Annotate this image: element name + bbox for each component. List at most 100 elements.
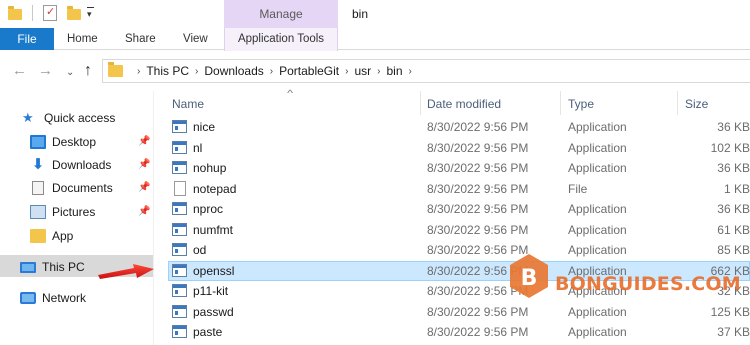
app-icon [172,161,187,174]
file-row[interactable]: nproc 8/30/2022 9:56 PM Application 36 KB [154,199,750,220]
manage-context-tab[interactable]: Manage [224,0,338,28]
breadcrumb-chevron-icon[interactable]: › [409,66,412,77]
breadcrumb-chevron-icon[interactable]: › [345,66,348,77]
file-date-modified: 8/30/2022 9:56 PM [427,222,529,237]
file-size: 85 KB [717,243,750,257]
file-row[interactable]: notepad 8/30/2022 9:56 PM File 1 KB [154,179,750,200]
sidebar-item-documents[interactable]: Documents [30,177,113,199]
file-row[interactable]: od 8/30/2022 9:56 PM Application 85 KB [154,240,750,261]
new-folder-icon[interactable] [67,5,81,20]
file-name: p11-kit [193,284,229,298]
breadcrumb-usr[interactable]: usr [354,64,371,78]
file-name: notepad [193,181,237,196]
sidebar-item-desktop[interactable]: Desktop [30,131,96,153]
sidebar-item-this-pc[interactable]: This PC [20,256,85,278]
sidebar-item-downloads[interactable]: ⬇ Downloads [30,154,112,176]
tab-file[interactable]: File [0,28,54,50]
tab-home[interactable]: Home [67,28,98,50]
file-type: Application [568,202,627,216]
file-size: 37 KB [717,325,750,339]
properties-icon[interactable] [43,5,57,21]
file-type: Application [568,140,627,155]
file-name: nohup [193,161,227,175]
customize-toolbar-icon[interactable]: ▾ [87,7,94,20]
file-name: nl [193,140,203,155]
sidebar-item-label: This PC [42,260,85,274]
file-name: od [193,243,207,257]
tab-view[interactable]: View [183,28,208,50]
pin-icon[interactable]: 📌 [138,177,150,199]
file-size: 36 KB [717,202,750,216]
column-header-size[interactable]: Size [685,97,708,111]
file-size: 102 KB [710,140,750,155]
file-row[interactable]: nl 8/30/2022 9:56 PM Application 102 KB [154,138,750,159]
breadcrumb-chevron-icon[interactable]: › [195,66,198,77]
up-arrow-icon[interactable]: ↑ [84,63,92,79]
address-folder-icon [108,62,123,77]
tab-share[interactable]: Share [125,28,156,50]
svg-text:B: B [521,266,538,291]
file-row[interactable]: numfmt 8/30/2022 9:56 PM Application 61 KB [154,220,750,241]
sidebar-item-quick-access[interactable]: ★ Quick access [22,107,115,129]
pin-icon[interactable]: 📌 [138,131,150,153]
app-icon [172,202,187,215]
breadcrumb-chevron-icon[interactable]: › [270,66,273,77]
file-list: nice 8/30/2022 9:56 PM Application 36 KB nl 8… [154,117,750,343]
star-icon: ★ [22,110,34,125]
file-date-modified: 8/30/2022 9:56 PM [427,181,529,196]
sidebar-item-label: Desktop [52,135,97,149]
app-icon [172,325,187,338]
breadcrumb-downloads[interactable]: Downloads [204,64,263,78]
app-icon [172,120,187,133]
title-bar: ▾ Manage bin [0,0,750,28]
file-size: 36 KB [717,161,750,175]
address-bar[interactable]: › This PC › Downloads › PortableGit › us… [102,59,750,83]
file-type: Application [568,304,627,319]
column-header-type[interactable]: Type [568,97,594,111]
column-divider[interactable] [420,91,421,115]
file-size: 61 KB [717,222,750,237]
breadcrumb-bin[interactable]: bin [386,64,402,78]
back-arrow-icon[interactable]: ← [12,63,27,79]
column-divider[interactable] [677,91,678,115]
file-type: File [568,181,588,196]
sidebar-item-network[interactable]: Network [20,287,86,309]
sidebar-item-app[interactable]: App [30,225,73,247]
folder-icon[interactable] [8,5,22,20]
file-name: numfmt [193,222,234,237]
file-row[interactable]: paste 8/30/2022 9:56 PM Application 37 KB [154,322,750,343]
red-arrow-icon [98,264,154,279]
recent-locations-chevron-icon[interactable]: ⌄ [66,65,74,81]
sidebar-item-pictures[interactable]: Pictures [30,201,95,223]
column-header-name[interactable]: Name [172,97,204,111]
network-icon [20,292,36,304]
breadcrumb-chevron-icon[interactable]: › [377,66,380,77]
column-divider[interactable] [560,91,561,115]
app-icon [172,140,187,154]
file-date-modified: 8/30/2022 9:56 PM [427,325,529,339]
breadcrumb-chevron-icon[interactable]: › [137,66,140,77]
desktop-icon [30,135,46,149]
file-row[interactable]: passwd 8/30/2022 9:56 PM Application 125 KB [154,302,750,323]
tab-application-tools[interactable]: Application Tools [224,28,338,51]
breadcrumb-this-pc[interactable]: This PC [146,64,189,78]
pin-icon[interactable]: 📌 [138,201,150,223]
app-icon [172,284,187,297]
column-header-date-modified[interactable]: Date modified [427,97,501,111]
sidebar-item-label: Pictures [52,205,96,219]
file-row[interactable]: nohup 8/30/2022 9:56 PM Application 36 KB [154,158,750,179]
file-type: Application [568,325,627,339]
file-row[interactable]: nice 8/30/2022 9:56 PM Application 36 KB [154,117,750,138]
sidebar-item-label: Network [42,291,87,305]
computer-icon [20,261,36,273]
file-name: passwd [193,304,234,319]
app-icon [172,222,187,236]
toolbar-divider [32,5,33,21]
pin-icon[interactable]: 📌 [138,154,150,176]
forward-arrow-icon[interactable]: → [38,63,53,79]
file-name: paste [193,325,223,339]
file-date-modified: 8/30/2022 9:56 PM [427,140,529,155]
file-date-modified: 8/30/2022 9:56 PM [427,304,529,319]
ribbon-tabs: File Home Share View Application Tools [0,28,750,51]
breadcrumb-portablegit[interactable]: PortableGit [279,64,339,78]
